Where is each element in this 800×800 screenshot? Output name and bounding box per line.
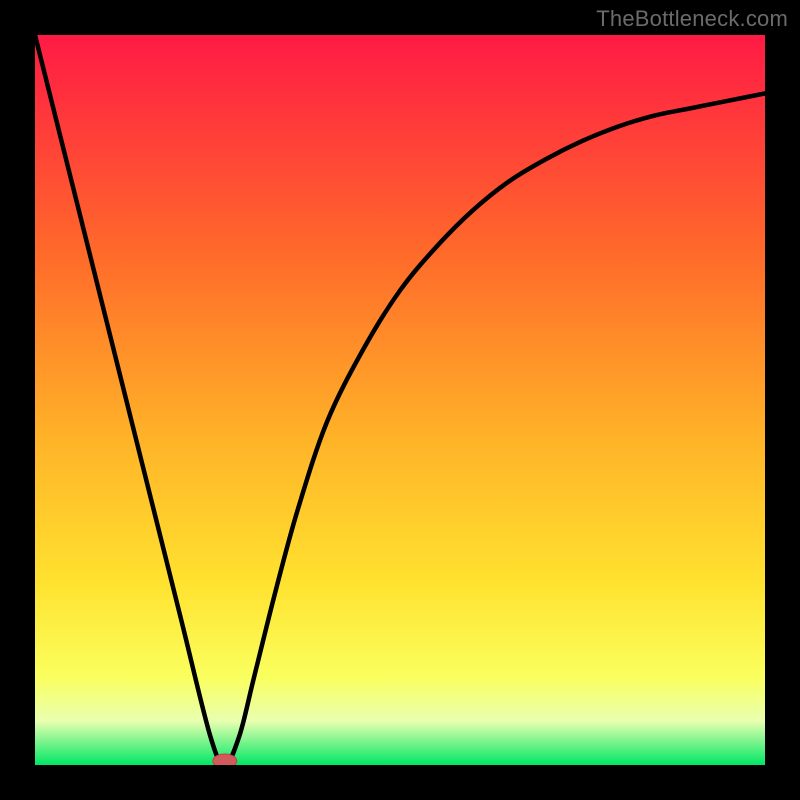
gradient-background — [35, 35, 765, 765]
plot-svg — [35, 35, 765, 765]
watermark-text: TheBottleneck.com — [596, 6, 788, 32]
chart-frame: TheBottleneck.com — [0, 0, 800, 800]
min-marker — [213, 754, 237, 765]
plot-area — [35, 35, 765, 765]
